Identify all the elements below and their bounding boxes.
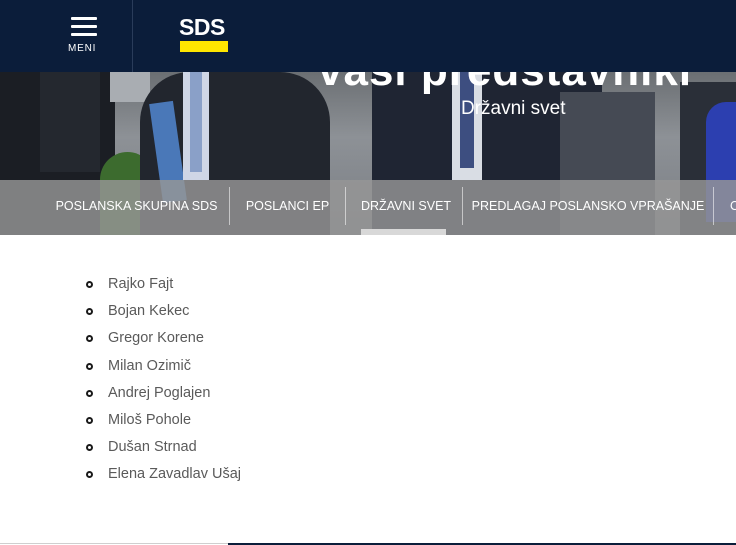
sds-logo[interactable]: SDS (179, 15, 229, 53)
member-name: Rajko Fajt (108, 276, 174, 292)
bullet-icon (86, 281, 93, 288)
hero-title: vaši predstavniki (318, 72, 692, 96)
list-item: Milan Ozimič (86, 355, 241, 382)
bullet-icon (86, 416, 93, 424)
nav-separator (345, 187, 346, 225)
logo-yellow-bar (180, 41, 228, 52)
member-name: Milan Ozimič (108, 357, 191, 374)
nav-item-predlagaj-vprasanje[interactable]: PREDLAGAJ POSLANSKO VPRAŠANJE (463, 180, 713, 235)
list-item: Elena Zavadlav Ušaj (86, 463, 241, 490)
logo-text: SDS (179, 14, 225, 40)
bullet-icon (86, 335, 93, 343)
member-name: Miloš Pohole (108, 411, 192, 428)
menu-label: MENI (68, 43, 97, 54)
bullet-icon (86, 308, 93, 316)
top-header: MENI SDS (0, 0, 736, 72)
nav-item-drzavni-svet[interactable]: DRŽAVNI SVET (361, 180, 451, 235)
bullet-icon (86, 444, 93, 452)
hero-subtitle: Državni svet (461, 98, 566, 119)
hero-photo-figure (40, 72, 100, 172)
bullet-icon (86, 362, 93, 370)
member-list: Rajko Fajt Bojan Kekec Gregor Korene Mil… (86, 273, 241, 491)
nav-item-poslanska-skupina[interactable]: POSLANSKA SKUPINA SDS (44, 180, 229, 235)
list-item: Rajko Fajt (86, 273, 241, 300)
hero-photo-background (110, 72, 150, 102)
hero-photo-tie (190, 72, 202, 172)
nav-item-more[interactable]: O (730, 180, 736, 235)
list-item: Gregor Korene (86, 327, 241, 354)
list-item: Dušan Strnad (86, 436, 241, 463)
bullet-icon (86, 389, 93, 397)
bullet-icon (86, 471, 93, 479)
footer-divider (0, 543, 228, 544)
member-name: Gregor Korene (108, 330, 204, 347)
member-name: Dušan Strnad (108, 439, 197, 456)
menu-button[interactable]: MENI (0, 0, 133, 72)
member-name: Andrej Poglajen (108, 384, 211, 401)
list-item: Andrej Poglajen (86, 382, 241, 409)
member-name: Elena Zavadlav Ušaj (108, 466, 241, 483)
nav-separator (713, 187, 714, 225)
list-item: Bojan Kekec (86, 300, 241, 327)
nav-item-poslanci-ep[interactable]: POSLANCI EP (230, 180, 345, 235)
hamburger-icon (71, 17, 97, 37)
section-nav: POSLANSKA SKUPINA SDS POSLANCI EP DRŽAVN… (0, 180, 736, 235)
member-name: Bojan Kekec (108, 303, 190, 320)
list-item: Miloš Pohole (86, 409, 241, 436)
